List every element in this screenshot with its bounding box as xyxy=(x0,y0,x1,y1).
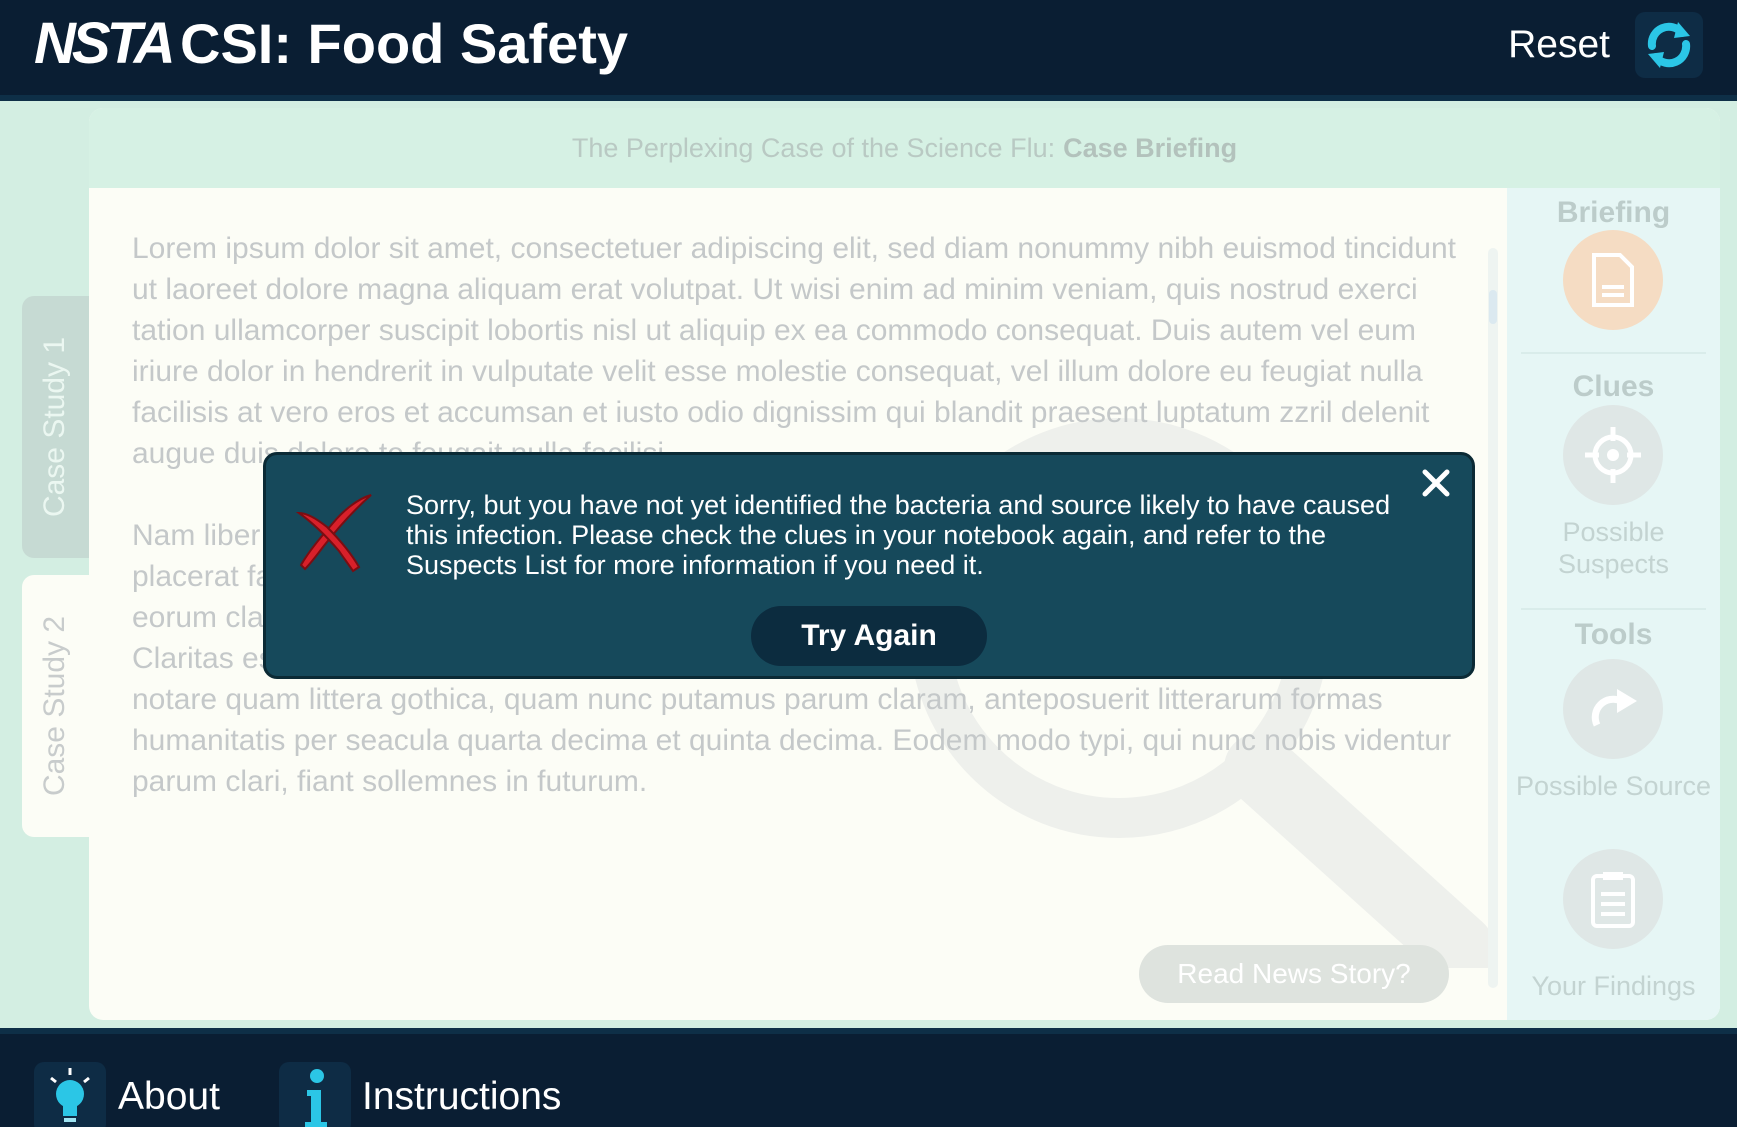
nav-divider xyxy=(1521,608,1706,610)
scrollbar[interactable] xyxy=(1488,248,1498,988)
case-title: The Perplexing Case of the Science Flu: xyxy=(571,132,1056,163)
share-arrow-icon xyxy=(1591,689,1637,727)
nav-divider xyxy=(1521,352,1706,354)
about-label[interactable]: About xyxy=(118,1072,220,1122)
app-title: CSI: Food Safety xyxy=(180,12,629,75)
possible-suspects-button[interactable] xyxy=(1563,405,1663,505)
reset-label[interactable]: Reset xyxy=(1508,20,1610,70)
possible-source-button[interactable] xyxy=(1563,659,1663,759)
scrollbar-thumb[interactable] xyxy=(1489,290,1497,324)
instructions-label[interactable]: Instructions xyxy=(362,1072,561,1122)
error-dialog: Sorry, but you have not yet identified t… xyxy=(263,452,1475,679)
nsta-logo: NSTA xyxy=(34,11,176,76)
your-findings-label: Your Findings xyxy=(1531,971,1696,1001)
info-icon xyxy=(305,1069,327,1127)
possible-suspects-label: Possible Suspects xyxy=(1557,517,1670,579)
lightbulb-icon xyxy=(50,1068,90,1122)
possible-source-label: Possible Source xyxy=(1515,771,1712,801)
crosshair-icon xyxy=(1585,427,1641,483)
tools-heading: Tools xyxy=(1574,618,1653,651)
briefing-button[interactable] xyxy=(1563,230,1663,330)
tab-case-study-2[interactable]: Case Study 2 xyxy=(22,575,89,837)
error-message: Sorry, but you have not yet identified t… xyxy=(406,490,1391,580)
side-navigation: Briefing Clues Possible Suspects Tools P… xyxy=(1507,188,1720,1020)
app-footer: About Instructions xyxy=(0,1028,1737,1127)
section-title: Case Briefing xyxy=(1063,132,1238,163)
clues-heading: Clues xyxy=(1572,370,1655,403)
instructions-button[interactable] xyxy=(279,1062,351,1127)
panel-header: The Perplexing Case of the Science Flu: … xyxy=(89,108,1720,188)
close-dialog-button[interactable] xyxy=(1418,465,1454,501)
tab-case-study-1[interactable]: Case Study 1 xyxy=(22,296,89,558)
read-news-story-button[interactable]: Read News Story? xyxy=(1139,945,1449,1003)
try-again-button[interactable]: Try Again xyxy=(751,606,987,666)
reset-button[interactable] xyxy=(1635,12,1703,78)
briefing-heading: Briefing xyxy=(1556,196,1671,229)
briefing-paragraph: Lorem ipsum dolor sit amet, consectetuer… xyxy=(132,232,1456,470)
close-icon xyxy=(1422,469,1450,497)
tab-case-study-1-label: Case Study 1 xyxy=(38,336,72,518)
about-button[interactable] xyxy=(34,1062,106,1127)
app-header: NSTA CSI: Food Safety Reset xyxy=(0,0,1737,101)
refresh-icon xyxy=(1647,22,1691,68)
red-x-icon xyxy=(295,494,372,573)
your-findings-button[interactable] xyxy=(1563,849,1663,949)
document-icon xyxy=(1592,253,1634,307)
tab-case-study-2-label: Case Study 2 xyxy=(38,615,72,797)
clipboard-icon xyxy=(1591,872,1635,928)
